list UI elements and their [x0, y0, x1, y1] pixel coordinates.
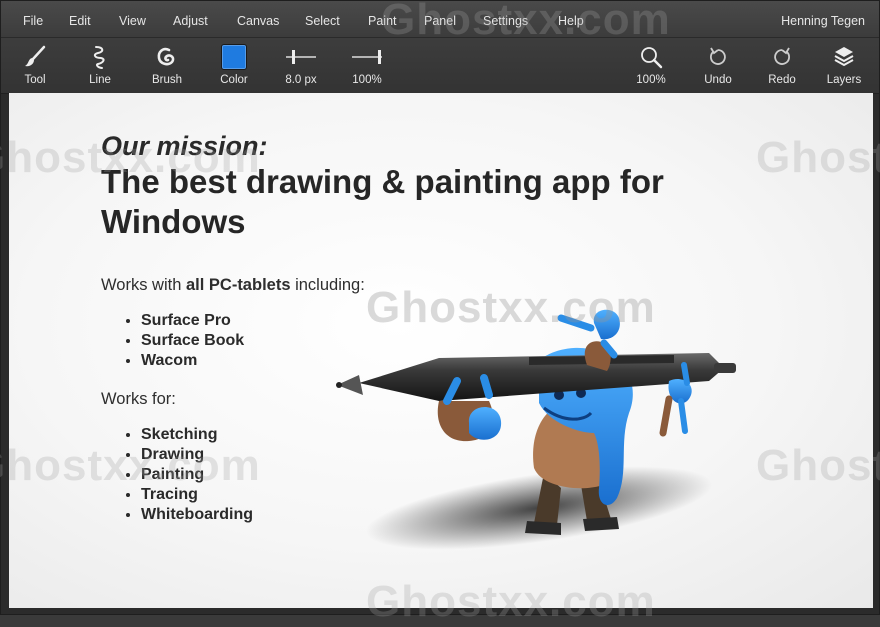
line-button[interactable]: Line	[70, 38, 130, 93]
size-slider-icon	[271, 44, 331, 70]
redo-label: Redo	[768, 74, 796, 86]
zoom-icon	[621, 44, 681, 70]
list-item: Tracing	[141, 485, 781, 505]
tablets-list: Surface Pro Surface Book Wacom	[101, 311, 781, 370]
list-item: Painting	[141, 465, 781, 485]
list-item: Sketching	[141, 425, 781, 445]
toolbar: Tool Line Brush Color 8.0 px 100% 100% U…	[1, 37, 879, 94]
tool-label: Tool	[24, 74, 46, 86]
mission-content: Our mission: The best drawing & painting…	[101, 131, 781, 524]
menu-settings[interactable]: Settings	[479, 1, 532, 37]
undo-label: Undo	[704, 74, 732, 86]
brush-label: Brush	[151, 74, 183, 86]
list-item: Surface Book	[141, 331, 781, 351]
menu-file[interactable]: File	[19, 1, 47, 37]
menu-select[interactable]: Select	[301, 1, 344, 37]
zoom-value: 100%	[636, 74, 666, 86]
zoom-button[interactable]: 100%	[621, 38, 681, 93]
uses-list: Sketching Drawing Painting Tracing White…	[101, 425, 781, 524]
redo-icon	[752, 44, 812, 70]
menu-paint[interactable]: Paint	[364, 1, 401, 37]
menu-canvas[interactable]: Canvas	[233, 1, 283, 37]
user-name[interactable]: Henning Tegen	[781, 1, 865, 41]
opacity-value: 100%	[352, 74, 382, 86]
uses-intro: Works for:	[101, 390, 176, 409]
mission-headline: The best drawing & painting app for Wind…	[101, 163, 664, 240]
list-item: Whiteboarding	[141, 505, 781, 525]
menu-help[interactable]: Help	[554, 1, 588, 37]
brush-button[interactable]: Brush	[137, 38, 197, 93]
size-value: 8.0 px	[285, 74, 317, 86]
menu-bar: File Edit View Adjust Canvas Select Pain…	[1, 1, 879, 37]
brush-tool-icon	[5, 44, 65, 70]
menu-adjust[interactable]: Adjust	[169, 1, 212, 37]
layers-label: Layers	[826, 74, 862, 86]
undo-icon	[688, 44, 748, 70]
tablets-intro-pre: Works with	[101, 276, 186, 294]
layers-icon	[814, 44, 874, 70]
line-icon	[70, 44, 130, 70]
line-label: Line	[89, 74, 111, 86]
color-button[interactable]: Color	[204, 38, 264, 93]
app-window: File Edit View Adjust Canvas Select Pain…	[0, 0, 880, 626]
drawing-canvas[interactable]: Our mission: The best drawing & painting…	[9, 93, 873, 608]
menu-panel[interactable]: Panel	[420, 1, 460, 37]
menu-view[interactable]: View	[115, 1, 150, 37]
list-item: Wacom	[141, 351, 781, 371]
opacity-slider-icon	[337, 44, 397, 70]
list-item: Drawing	[141, 445, 781, 465]
tablets-intro-post: including:	[290, 276, 365, 294]
menu-edit[interactable]: Edit	[65, 1, 95, 37]
undo-button[interactable]: Undo	[688, 38, 748, 93]
opacity-control[interactable]: 100%	[337, 38, 397, 93]
list-item: Surface Pro	[141, 311, 781, 331]
color-swatch	[221, 44, 247, 70]
redo-button[interactable]: Redo	[752, 38, 812, 93]
size-control[interactable]: 8.0 px	[271, 38, 331, 93]
color-label: Color	[220, 74, 248, 86]
tool-button[interactable]: Tool	[5, 38, 65, 93]
layers-button[interactable]: Layers	[814, 38, 874, 93]
tablets-intro-bold: all PC-tablets	[185, 276, 291, 294]
mission-kicker: Our mission:	[101, 131, 268, 161]
brush-swirl-icon	[137, 44, 197, 70]
tablets-intro: Works with all PC-tablets including:	[101, 276, 781, 295]
